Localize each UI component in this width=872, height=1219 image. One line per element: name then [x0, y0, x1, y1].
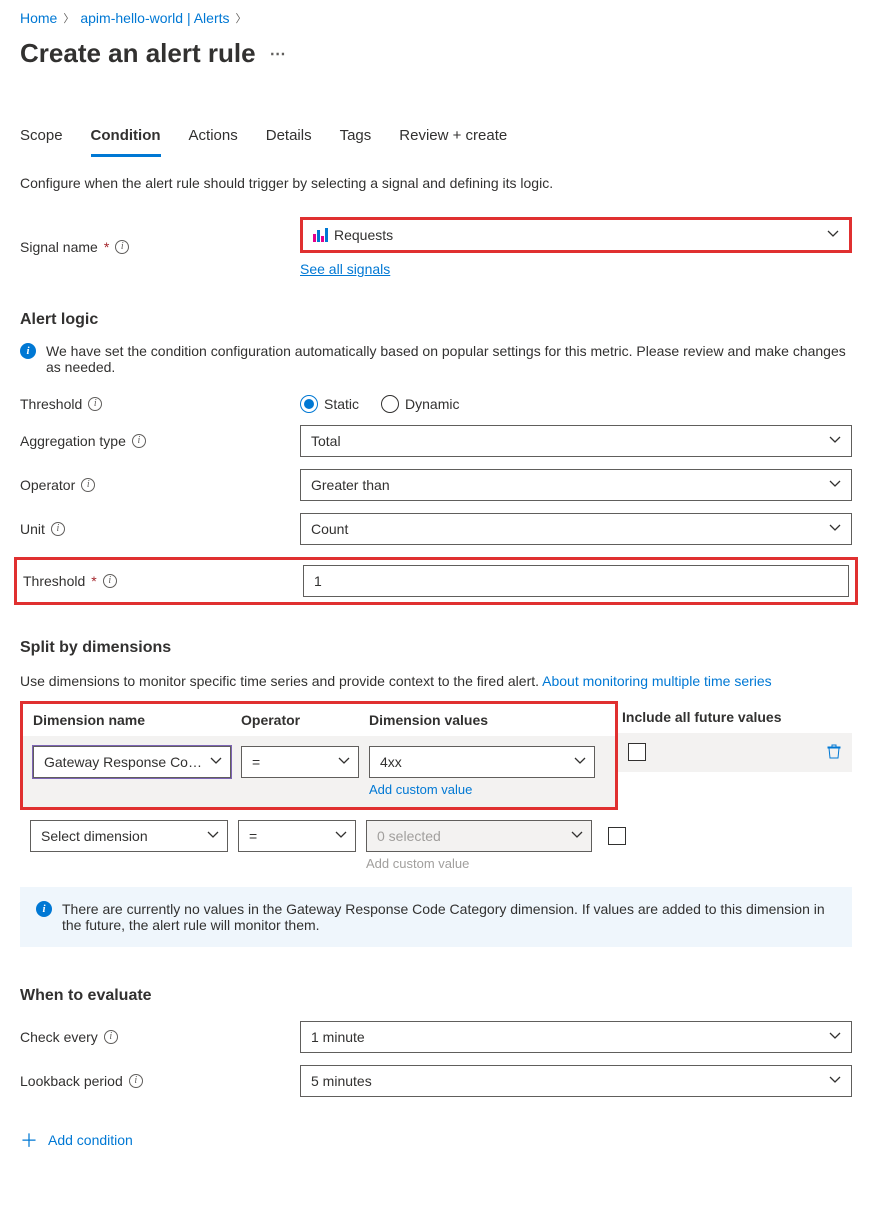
dim-header-vals: Dimension values	[369, 712, 605, 728]
chevron-down-icon	[571, 829, 583, 841]
dim-header-op: Operator	[241, 712, 369, 728]
chevron-down-icon	[335, 829, 347, 841]
breadcrumb-item[interactable]: apim-hello-world | Alerts	[80, 10, 229, 26]
alert-logic-heading: Alert logic	[20, 283, 852, 339]
aggregation-label: Aggregation type	[20, 433, 126, 449]
include-future-checkbox-2[interactable]	[608, 827, 626, 845]
dimension-callout: i There are currently no values in the G…	[20, 887, 852, 947]
dim-name-select[interactable]: Gateway Response Co…	[33, 746, 231, 778]
tabs: Scope Condition Actions Details Tags Rev…	[20, 87, 852, 157]
info-icon: i	[36, 901, 52, 917]
more-menu[interactable]: ⋯	[270, 44, 288, 64]
dim-name-select-2[interactable]: Select dimension	[30, 820, 228, 852]
info-icon[interactable]: i	[103, 574, 117, 588]
tab-tags[interactable]: Tags	[340, 127, 372, 157]
chart-icon	[313, 228, 328, 242]
threshold-value-label: Threshold	[23, 573, 85, 589]
threshold-static-radio[interactable]: Static	[300, 395, 359, 413]
split-description: Use dimensions to monitor specific time …	[20, 667, 852, 689]
dim-op-select[interactable]: =	[241, 746, 359, 778]
info-icon[interactable]: i	[81, 478, 95, 492]
signal-name-label: Signal name	[20, 239, 98, 255]
operator-label: Operator	[20, 477, 75, 493]
split-learn-link[interactable]: About monitoring multiple time series	[542, 673, 772, 689]
tab-review[interactable]: Review + create	[399, 127, 507, 157]
info-icon[interactable]: i	[88, 397, 102, 411]
tab-details[interactable]: Details	[266, 127, 312, 157]
threshold-value-input[interactable]: 1	[303, 565, 849, 597]
add-custom-value[interactable]: Add custom value	[369, 778, 595, 797]
threshold-type-label: Threshold	[20, 396, 82, 412]
dim-val-select[interactable]: 4xx	[369, 746, 595, 778]
tab-description: Configure when the alert rule should tri…	[20, 157, 852, 211]
info-icon: i	[20, 343, 36, 359]
info-icon[interactable]: i	[104, 1030, 118, 1044]
evaluate-heading: When to evaluate	[20, 947, 852, 1015]
chevron-down-icon	[829, 522, 841, 534]
add-custom-value-disabled: Add custom value	[366, 852, 592, 871]
chevron-right-icon: 〉	[63, 10, 74, 26]
delete-dimension-button[interactable]	[826, 743, 842, 762]
see-all-signals-link[interactable]: See all signals	[300, 253, 390, 277]
tab-scope[interactable]: Scope	[20, 127, 63, 157]
split-heading: Split by dimensions	[20, 611, 852, 667]
chevron-right-icon: 〉	[236, 10, 247, 26]
chevron-down-icon	[574, 755, 586, 767]
operator-select[interactable]: Greater than	[300, 469, 852, 501]
info-icon[interactable]: i	[115, 240, 129, 254]
threshold-dynamic-radio[interactable]: Dynamic	[381, 395, 459, 413]
include-future-checkbox[interactable]	[628, 743, 646, 761]
threshold-highlight: Threshold*i 1	[14, 557, 858, 605]
signal-name-row: Signal name * i Requests See all signals	[20, 211, 852, 283]
breadcrumb: Home 〉 apim-hello-world | Alerts 〉	[20, 0, 852, 32]
chevron-down-icon	[210, 755, 222, 767]
page-title: Create an alert rule ⋯	[20, 32, 852, 87]
dim-header-name: Dimension name	[33, 712, 241, 728]
dimension-highlight: Dimension name Operator Dimension values…	[20, 701, 618, 810]
dim-val-select-2[interactable]: 0 selected	[366, 820, 592, 852]
alert-logic-callout: i We have set the condition configuratio…	[20, 339, 852, 389]
lookback-label: Lookback period	[20, 1073, 123, 1089]
chevron-down-icon	[829, 478, 841, 490]
chevron-down-icon	[829, 1074, 841, 1086]
unit-label: Unit	[20, 521, 45, 537]
plus-icon: ＋	[20, 1127, 38, 1153]
trash-icon	[826, 743, 842, 759]
info-icon[interactable]: i	[51, 522, 65, 536]
dim-header-include: Include all future values	[618, 701, 852, 733]
signal-name-select[interactable]: Requests	[300, 217, 852, 253]
required-indicator: *	[104, 239, 109, 255]
tab-actions[interactable]: Actions	[189, 127, 238, 157]
unit-select[interactable]: Count	[300, 513, 852, 545]
info-icon[interactable]: i	[129, 1074, 143, 1088]
check-every-label: Check every	[20, 1029, 98, 1045]
dim-op-select-2[interactable]: =	[238, 820, 356, 852]
check-every-select[interactable]: 1 minute	[300, 1021, 852, 1053]
aggregation-select[interactable]: Total	[300, 425, 852, 457]
chevron-down-icon	[829, 1030, 841, 1042]
add-condition-button[interactable]: ＋ Add condition	[20, 1103, 852, 1153]
chevron-down-icon	[827, 228, 839, 240]
breadcrumb-home[interactable]: Home	[20, 10, 57, 26]
chevron-down-icon	[338, 755, 350, 767]
tab-condition[interactable]: Condition	[91, 127, 161, 157]
chevron-down-icon	[829, 434, 841, 446]
lookback-select[interactable]: 5 minutes	[300, 1065, 852, 1097]
chevron-down-icon	[207, 829, 219, 841]
info-icon[interactable]: i	[132, 434, 146, 448]
